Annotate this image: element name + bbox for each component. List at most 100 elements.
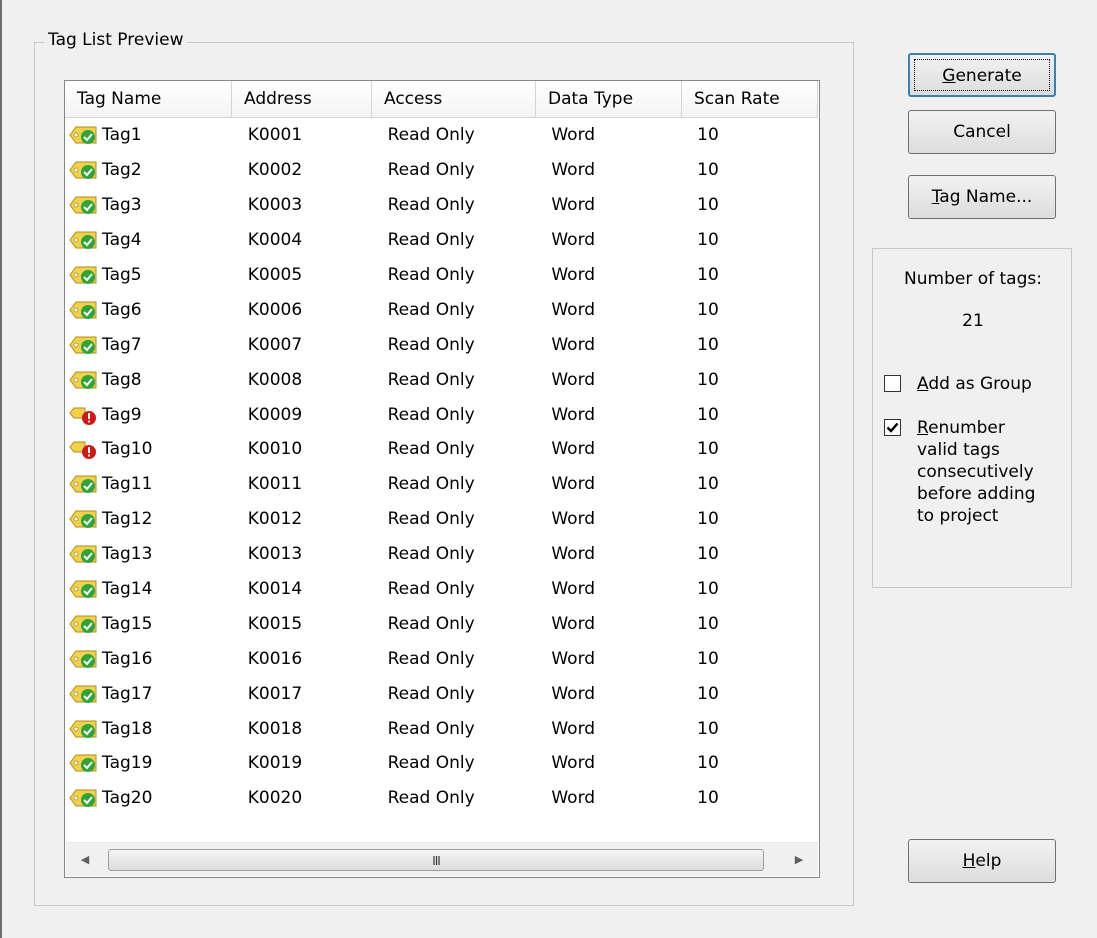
tag-valid-icon — [69, 752, 99, 774]
table-row[interactable]: Tag20 K0020 Read Only Word 10 — [65, 781, 819, 816]
table-row[interactable]: Tag3 K0003 Read Only Word 10 — [65, 188, 819, 223]
cell-scan-rate: 10 — [697, 544, 719, 565]
tag-name-text: Tag3 — [102, 195, 142, 216]
cell-access: Read Only — [387, 683, 475, 704]
table-row[interactable]: Tag16 K0016 Read Only Word 10 — [65, 641, 819, 676]
horizontal-scrollbar[interactable]: ◀ III ▶ — [66, 842, 818, 876]
tag-valid-icon — [69, 124, 99, 146]
tag-name-text: Tag4 — [102, 230, 142, 251]
tag-valid-icon — [69, 473, 99, 495]
cell-address: K0006 — [247, 299, 303, 320]
cell-access: Read Only — [387, 439, 475, 460]
cell-tag-name: Tag1 — [65, 124, 232, 146]
cell-access: Read Only — [387, 509, 475, 530]
tag-name-text: Tag16 — [102, 648, 153, 669]
table-row[interactable]: Tag12 K0012 Read Only Word 10 — [65, 502, 819, 537]
table-row[interactable]: Tag4 K0004 Read Only Word 10 — [65, 223, 819, 258]
cell-address: K0003 — [247, 195, 303, 216]
column-header-access[interactable]: Access — [372, 81, 536, 118]
tag-name-text: Tag2 — [102, 160, 142, 181]
tag-valid-icon — [69, 613, 99, 635]
table-row[interactable]: Tag18 K0018 Read Only Word 10 — [65, 711, 819, 746]
cell-access: Read Only — [387, 334, 475, 355]
tag-name-text: Tag19 — [102, 753, 153, 774]
cancel-label: Cancel — [953, 122, 1011, 142]
column-header-scan-rate[interactable]: Scan Rate — [682, 81, 818, 118]
tag-name-text: Tag18 — [102, 718, 153, 739]
renumber-label[interactable]: Renumber valid tags consecutively before… — [917, 417, 1035, 527]
column-header-address[interactable]: Address — [232, 81, 372, 118]
scroll-grip: III — [432, 854, 441, 868]
tag-name-text: Tag10 — [102, 439, 153, 460]
cell-address: K0010 — [247, 439, 303, 460]
cell-address: K0004 — [247, 230, 303, 251]
tag-valid-icon — [69, 718, 99, 740]
tag-list-view[interactable]: Tag Name Address Access Data Type Scan R… — [64, 80, 820, 878]
renumber-checkbox[interactable] — [884, 419, 901, 436]
cell-data-type: Word — [551, 613, 596, 634]
cell-data-type: Word — [551, 369, 596, 390]
cell-data-type: Word — [551, 718, 596, 739]
cell-scan-rate: 10 — [697, 579, 719, 600]
cell-access: Read Only — [387, 788, 475, 809]
cell-scan-rate: 10 — [697, 648, 719, 669]
cell-data-type: Word — [551, 299, 596, 320]
cell-data-type: Word — [551, 753, 596, 774]
table-row[interactable]: Tag13 K0013 Read Only Word 10 — [65, 537, 819, 572]
tag-name-text: Tag20 — [102, 788, 153, 809]
cell-scan-rate: 10 — [697, 404, 719, 425]
table-row[interactable]: Tag14 K0014 Read Only Word 10 — [65, 572, 819, 607]
cell-scan-rate: 10 — [697, 160, 719, 181]
cell-access: Read Only — [387, 648, 475, 669]
cell-tag-name: Tag2 — [65, 159, 232, 181]
tag-name-button[interactable]: Tag Name... — [908, 175, 1056, 219]
column-header-data-type[interactable]: Data Type — [536, 81, 682, 118]
cell-scan-rate: 10 — [697, 509, 719, 530]
table-row[interactable]: Tag11 K0011 Read Only Word 10 — [65, 467, 819, 502]
table-row[interactable]: Tag7 K0007 Read Only Word 10 — [65, 327, 819, 362]
tag-name-text: Tag5 — [102, 265, 142, 285]
cell-tag-name: Tag17 — [65, 683, 232, 705]
generate-button[interactable]: Generate — [908, 53, 1056, 97]
tag-name-label: ag Name... — [939, 187, 1033, 207]
renumber-text-line1: enumber — [928, 418, 1005, 438]
scroll-thumb[interactable]: III — [108, 849, 764, 871]
add-group-text: dd as Group — [928, 374, 1032, 394]
table-row[interactable]: Tag1 K0001 Read Only Word 10 — [65, 118, 819, 153]
tag-options-panel: Number of tags: 21 Add as Group Renumber… — [872, 248, 1072, 588]
scroll-left-arrow-icon[interactable]: ◀ — [70, 843, 100, 877]
add-as-group-checkbox[interactable] — [884, 375, 901, 392]
cell-scan-rate: 10 — [697, 265, 719, 285]
renumber-text-line4: before adding — [917, 484, 1036, 504]
tag-name-text: Tag6 — [102, 299, 142, 320]
cancel-button[interactable]: Cancel — [908, 110, 1056, 154]
table-row[interactable]: Tag6 K0006 Read Only Word 10 — [65, 292, 819, 327]
table-row[interactable]: Tag8 K0008 Read Only Word 10 — [65, 362, 819, 397]
column-header-tag-name[interactable]: Tag Name — [65, 81, 232, 118]
table-row[interactable]: Tag9 K0009 Read Only Word 10 — [65, 397, 819, 432]
table-row[interactable]: Tag19 K0019 Read Only Word 10 — [65, 746, 819, 781]
cell-access: Read Only — [387, 579, 475, 600]
table-row[interactable]: Tag2 K0002 Read Only Word 10 — [65, 153, 819, 188]
help-button[interactable]: Help — [908, 839, 1056, 883]
cell-tag-name: Tag6 — [65, 299, 232, 321]
cell-address: K0005 — [247, 265, 303, 285]
cell-data-type: Word — [551, 125, 596, 146]
scroll-right-arrow-icon[interactable]: ▶ — [784, 843, 814, 877]
list-header: Tag Name Address Access Data Type Scan R… — [65, 81, 818, 118]
checkmark-icon — [886, 422, 899, 433]
tag-name-text: Tag12 — [102, 509, 153, 530]
table-row[interactable]: Tag17 K0017 Read Only Word 10 — [65, 676, 819, 711]
cell-tag-name: Tag18 — [65, 718, 232, 740]
tag-name-text: Tag14 — [102, 579, 153, 600]
cell-scan-rate: 10 — [697, 683, 719, 704]
cell-tag-name: Tag11 — [65, 473, 232, 495]
cell-scan-rate: 10 — [697, 299, 719, 320]
cell-access: Read Only — [387, 195, 475, 216]
table-row[interactable]: Tag10 K0010 Read Only Word 10 — [65, 432, 819, 467]
add-as-group-label[interactable]: Add as Group — [917, 373, 1032, 395]
table-row[interactable]: Tag5 K0005 Read Only Word 10 — [65, 258, 819, 293]
cell-address: K0018 — [247, 718, 303, 739]
cell-data-type: Word — [551, 648, 596, 669]
table-row[interactable]: Tag15 K0015 Read Only Word 10 — [65, 606, 819, 641]
